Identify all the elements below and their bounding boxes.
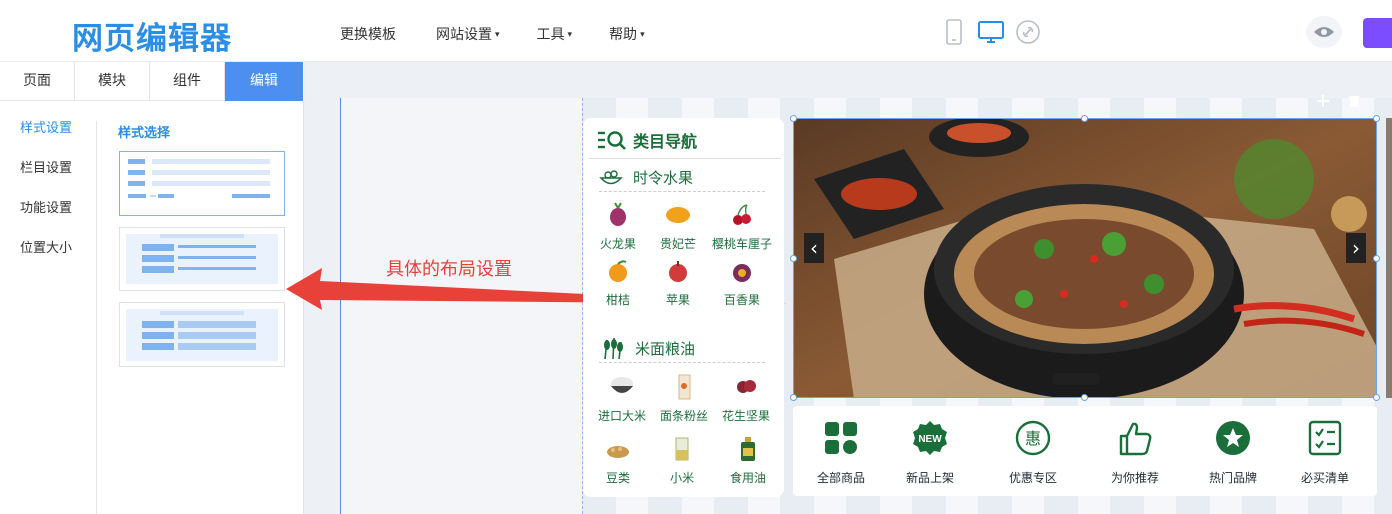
thumbs-up-icon: [1119, 422, 1152, 456]
list-item[interactable]: 苹果: [643, 258, 713, 308]
passion-fruit-icon: [733, 264, 751, 282]
quick-link-recommended[interactable]: 为你推荐: [1095, 420, 1175, 486]
tab-edit[interactable]: 编辑: [225, 62, 303, 101]
quick-link-hot-brands[interactable]: 热门品牌: [1193, 420, 1273, 486]
tab-component[interactable]: 组件: [150, 62, 225, 101]
quick-link-all-products[interactable]: 全部商品: [801, 420, 881, 486]
section-grain-oil[interactable]: 米面粮油: [599, 336, 695, 360]
list-item[interactable]: 小米: [647, 436, 717, 486]
new-badge-icon: NEW: [913, 421, 947, 455]
discount-icon: 惠: [1015, 420, 1051, 456]
chevron-down-icon: ▾: [640, 30, 645, 40]
banner-carousel[interactable]: [793, 118, 1377, 398]
style-option-3[interactable]: [119, 302, 285, 367]
resize-handle[interactable]: [1081, 394, 1088, 401]
mobile-icon[interactable]: [940, 18, 968, 46]
divider: [599, 362, 765, 363]
banner-next-button[interactable]: ›: [1346, 233, 1366, 263]
nav-change-template[interactable]: 更换模板: [340, 24, 399, 44]
resize-handle[interactable]: [790, 115, 797, 122]
panel-divider: [96, 121, 97, 514]
list-item[interactable]: 花生坚果: [711, 374, 781, 424]
wheat-icon: [604, 337, 623, 360]
style-select-title: 样式选择: [118, 126, 171, 141]
list-item[interactable]: 面条粉丝: [649, 374, 719, 424]
star-icon: [1216, 421, 1250, 455]
divider: [599, 191, 765, 192]
rice-bowl-icon: [611, 377, 633, 393]
divider: [589, 158, 781, 159]
list-item[interactable]: 豆类: [583, 436, 653, 486]
nav-tools[interactable]: 工具 ▾: [537, 24, 573, 44]
resize-handle[interactable]: [1373, 115, 1380, 122]
checklist-icon: [1308, 420, 1342, 456]
style-option-2[interactable]: [119, 227, 285, 291]
orange-icon: [609, 260, 627, 282]
list-item[interactable]: 进口大米: [587, 374, 657, 424]
chevron-down-icon: ▾: [567, 30, 573, 40]
top-bar: 网页编辑器 更换模板 网站设置 ▾ 工具 ▾ 帮助 ▾: [0, 0, 1392, 62]
quick-link-discount[interactable]: 惠 优惠专区: [993, 420, 1073, 486]
app-logo[interactable]: 网页编辑器: [72, 13, 232, 58]
category-nav-title: 类目导航: [633, 132, 698, 151]
quick-link-must-buy[interactable]: 必买清单: [1285, 420, 1365, 486]
desktop-icon[interactable]: [977, 18, 1005, 46]
svg-text:NEW: NEW: [918, 434, 942, 445]
style-option-1[interactable]: [119, 151, 285, 216]
svg-text:惠: 惠: [1025, 429, 1041, 448]
annotation-text: 具体的布局设置: [386, 259, 512, 280]
delete-icon[interactable]: [1348, 94, 1360, 108]
category-nav-header: 类目导航: [597, 128, 697, 152]
tab-module[interactable]: 模块: [75, 62, 150, 101]
quick-link-new-arrivals[interactable]: NEW 新品上架: [890, 420, 970, 486]
resize-handle[interactable]: [790, 394, 797, 401]
chevron-down-icon: ▾: [495, 30, 500, 40]
millet-bag-icon: [675, 437, 689, 461]
move-icon[interactable]: [1316, 94, 1330, 108]
edit-panel: 样式设置 栏目设置 功能设置 位置大小 样式选择: [0, 101, 304, 514]
banner-pagination[interactable]: [1052, 373, 1100, 385]
mango-icon: [666, 207, 690, 223]
apple-icon: [669, 261, 687, 282]
category-nav[interactable]: 类目导航 时令水果 火龙果 贵妃芒 樱桃车厘子 柑桔 苹果 百香果 米面粮油 进…: [583, 118, 784, 497]
banner-image: [794, 119, 1376, 397]
list-item[interactable]: 食用油: [713, 436, 783, 486]
fruit-bowl-icon: [599, 169, 623, 184]
list-item[interactable]: 樱桃车厘子: [707, 202, 777, 252]
dragon-fruit-icon: [610, 202, 626, 226]
noodle-package-icon: [678, 374, 691, 400]
resize-handle[interactable]: [790, 255, 797, 262]
peanut-icon: [737, 380, 756, 393]
next-section-edge: [1386, 118, 1392, 398]
tab-page[interactable]: 页面: [0, 62, 75, 101]
list-item[interactable]: 贵妃芒: [643, 202, 713, 252]
nav-help[interactable]: 帮助 ▾: [609, 24, 645, 44]
grid-icon: [825, 422, 857, 454]
resize-handle[interactable]: [1373, 394, 1380, 401]
banner-controls: [1316, 94, 1360, 108]
quick-links: 全部商品 NEW 新品上架 惠 优惠专区 为你推荐 热门品牌 必买清单: [793, 406, 1377, 496]
preview-eye-icon[interactable]: [1306, 16, 1342, 48]
list-item[interactable]: 百香果: [707, 258, 777, 308]
banner-prev-button[interactable]: ‹: [804, 233, 824, 263]
link-icon[interactable]: [1014, 18, 1042, 46]
menu-function-settings[interactable]: 功能设置: [20, 199, 72, 239]
nav-site-settings[interactable]: 网站设置 ▾: [436, 24, 500, 44]
section-seasonal-fruit[interactable]: 时令水果: [599, 167, 693, 188]
device-switcher: [940, 18, 1051, 46]
menu-column-settings[interactable]: 栏目设置: [20, 159, 72, 199]
main-nav: 更换模板 网站设置 ▾ 工具 ▾ 帮助 ▾: [340, 24, 682, 44]
settings-menu: 样式设置 栏目设置 功能设置 位置大小: [20, 119, 72, 279]
menu-style-settings[interactable]: 样式设置: [20, 119, 72, 159]
oil-bottle-icon: [741, 437, 755, 461]
left-panel-tabs: 页面 模块 组件 编辑: [0, 62, 303, 101]
resize-handle[interactable]: [1081, 115, 1088, 122]
beans-icon: [607, 446, 629, 458]
cherry-icon: [733, 204, 751, 225]
menu-position-size[interactable]: 位置大小: [20, 239, 72, 279]
resize-handle[interactable]: [1373, 255, 1380, 262]
publish-button[interactable]: [1363, 18, 1392, 48]
list-search-icon: [598, 131, 626, 150]
